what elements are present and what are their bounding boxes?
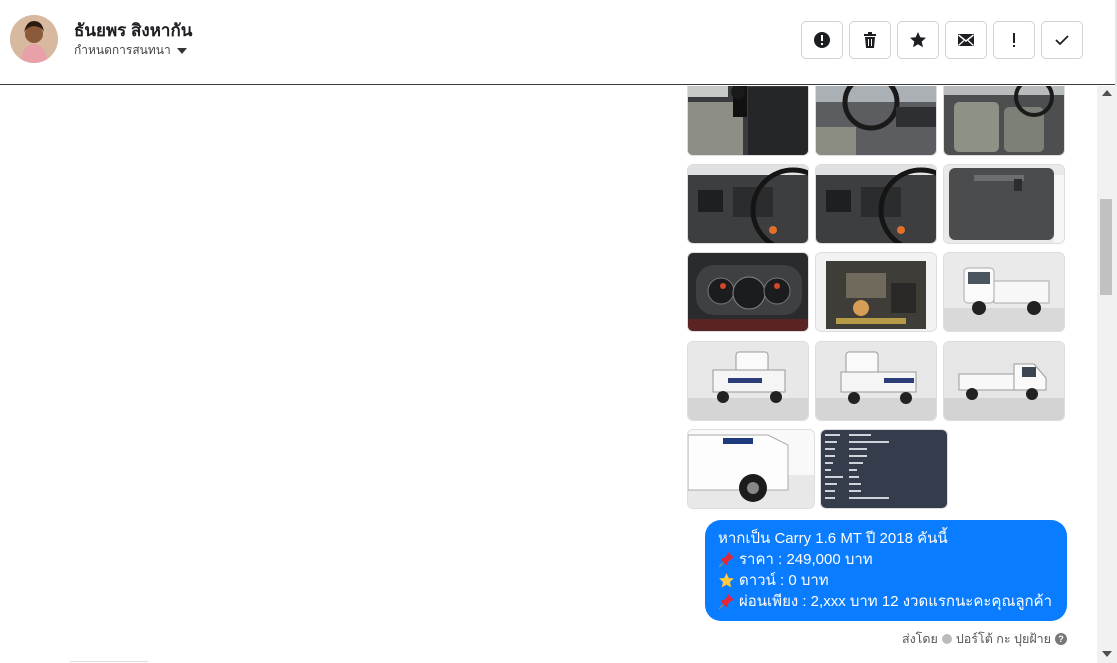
message-line: ผ่อนเพียง : 2,xxx บาท 12 งวดแรกนะคะคุณลู… xyxy=(718,591,1055,612)
contact-name: ธันยพร สิงหากัน xyxy=(74,21,193,40)
spam-button[interactable] xyxy=(993,21,1035,59)
star-icon xyxy=(910,32,926,48)
header-actions xyxy=(801,21,1083,59)
sent-by-label: ส่งโดย xyxy=(901,632,938,646)
scroll-up-arrow-icon[interactable] xyxy=(1102,90,1112,96)
message-line: ราคา : 249,000 บาท xyxy=(718,549,1055,570)
sender-name: ปอร์โต้ กะ ปุยฝ้าย xyxy=(955,632,1051,646)
alert-circle-icon xyxy=(814,32,830,48)
check-circle-icon xyxy=(941,634,952,644)
avatar[interactable] xyxy=(10,15,58,63)
chevron-down-icon xyxy=(176,47,187,54)
image-thumbnail-dashboard[interactable] xyxy=(687,164,809,244)
pushpin-icon xyxy=(718,552,734,568)
exclamation-icon xyxy=(1013,33,1015,47)
divider xyxy=(70,661,148,662)
image-thumbnail-door-panel[interactable] xyxy=(943,164,1065,244)
message-line: หากเป็น Carry 1.6 MT ปี 2018 คันนี้ xyxy=(718,528,1055,549)
image-thumbnail-engine[interactable] xyxy=(815,252,937,332)
conversation-header: ธันยพร สิงหากัน กำหนดการสนทนา xyxy=(0,0,1117,85)
message-line-2: ราคา : 249,000 บาท xyxy=(739,551,873,568)
check-icon xyxy=(1055,35,1069,46)
message-thread[interactable]: หากเป็น Carry 1.6 MT ปี 2018 คันนี้ ราคา… xyxy=(0,86,1097,663)
message-line-4: ผ่อนเพียง : 2,xxx บาท 12 งวดแรกนะคะคุณลู… xyxy=(739,593,1053,610)
conversation-settings-label: กำหนดการสนทนา xyxy=(74,43,171,57)
message-line: ดาวน์ : 0 บาท xyxy=(718,570,1055,591)
scrollbar-thumb[interactable] xyxy=(1100,199,1112,295)
image-thumbnail-seats[interactable] xyxy=(943,86,1065,156)
star-emoji-icon xyxy=(719,573,734,588)
conversation-settings-dropdown[interactable]: กำหนดการสนทนา xyxy=(74,41,187,60)
help-icon[interactable]: ? xyxy=(1055,633,1067,645)
image-thumbnail-truck-rear-2[interactable] xyxy=(815,341,937,421)
image-thumbnail-truck-front[interactable] xyxy=(943,252,1065,332)
pushpin-icon xyxy=(718,594,734,610)
scrollbar[interactable] xyxy=(1097,86,1117,663)
image-thumbnail-truck-rear[interactable] xyxy=(687,341,809,421)
image-thumbnail-dashboard-2[interactable] xyxy=(815,164,937,244)
image-thumbnail-truck-side[interactable] xyxy=(943,341,1065,421)
image-thumbnail-instrument-cluster[interactable] xyxy=(687,252,809,332)
message-bubble[interactable]: หากเป็น Carry 1.6 MT ปี 2018 คันนี้ ราคา… xyxy=(705,520,1067,621)
sent-by: ส่งโดย ปอร์โต้ กะ ปุยฝ้าย ? xyxy=(902,629,1067,649)
messenger-page: ธันยพร สิงหากัน กำหนดการสนทนา หากเป็น Ca… xyxy=(0,0,1117,663)
image-thumbnail-gear-shifter[interactable] xyxy=(687,86,809,156)
message-line-3: ดาวน์ : 0 บาท xyxy=(739,572,829,589)
image-thumbnail-steering-wheel[interactable] xyxy=(815,86,937,156)
star-button[interactable] xyxy=(897,21,939,59)
done-button[interactable] xyxy=(1041,21,1083,59)
image-thumbnail-spec-sheet[interactable] xyxy=(820,429,948,509)
report-button[interactable] xyxy=(801,21,843,59)
mail-icon xyxy=(958,34,974,46)
delete-button[interactable] xyxy=(849,21,891,59)
message-line-1: หากเป็น Carry 1.6 MT ปี 2018 คันนี้ xyxy=(718,530,948,547)
trash-icon xyxy=(864,32,876,48)
scroll-down-arrow-icon[interactable] xyxy=(1102,651,1112,657)
image-thumbnail-truck-front-close[interactable] xyxy=(687,429,815,509)
mark-unread-button[interactable] xyxy=(945,21,987,59)
